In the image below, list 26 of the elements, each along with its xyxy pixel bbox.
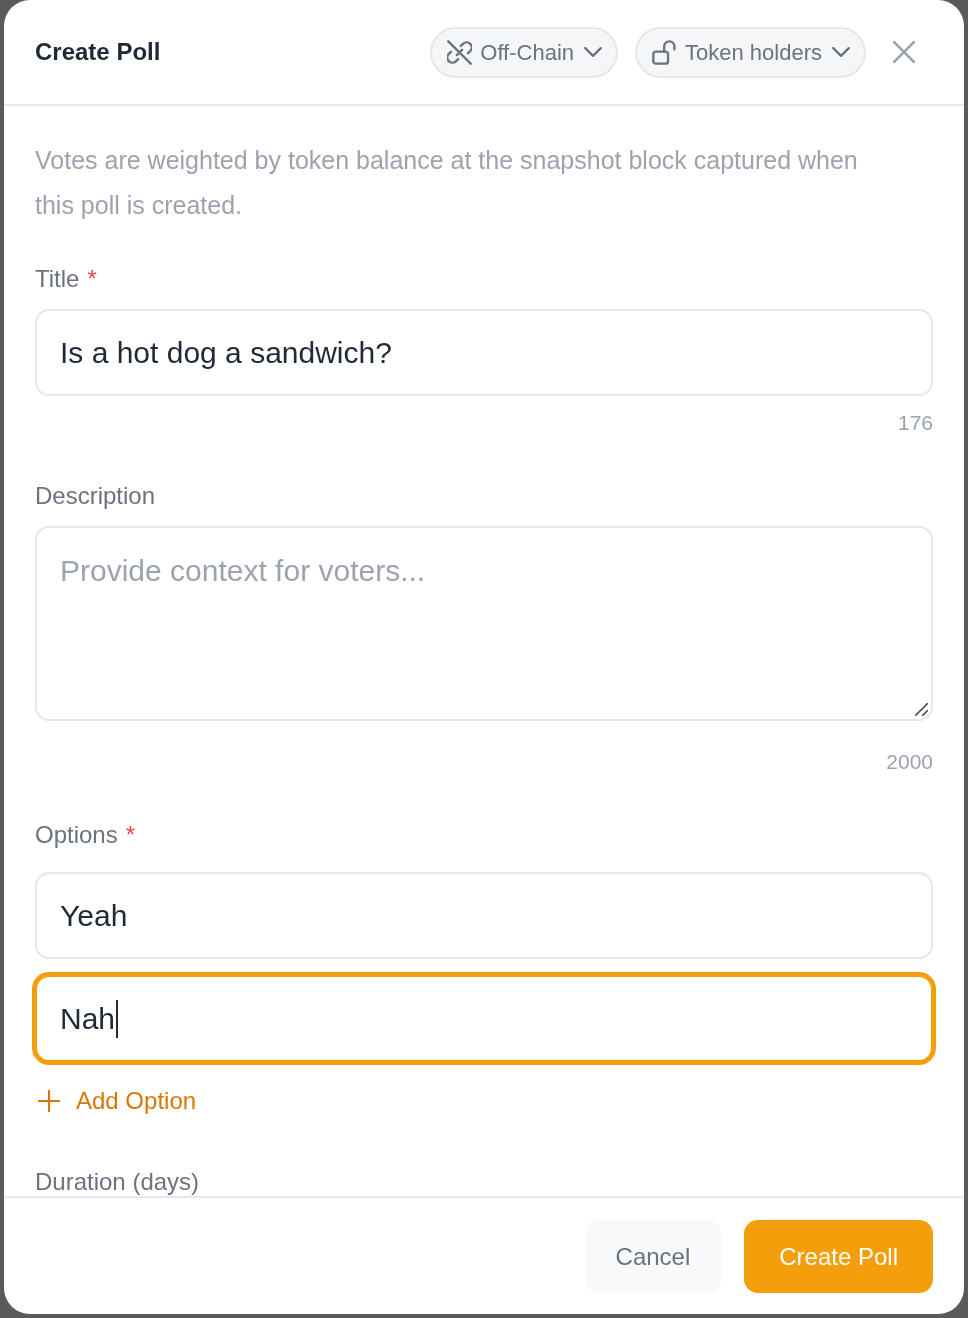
field-label: Duration (days) [35,1168,200,1196]
dialog-title: Create Poll [35,37,161,67]
required-asterisk: * [125,820,136,850]
voters-dropdown[interactable]: Token holders [635,26,866,78]
field-label: Title [35,264,80,294]
character-counter: 2000 [886,749,933,775]
unlocked-padlock-icon [652,39,677,65]
chevron-down-icon [584,47,602,57]
chevron-down-icon [832,47,850,57]
title-input[interactable]: Is a hot dog a sandwich? [35,309,933,396]
description-input[interactable]: Provide context for voters... [35,526,933,721]
field-label: Description [35,481,156,511]
add-option-button[interactable]: Add Option [38,1085,197,1117]
chain-mode-dropdown[interactable]: Off-Chain [430,26,618,78]
option-input[interactable]: Yeah [35,872,933,959]
character-counter: 176 [897,410,933,436]
option-input[interactable]: Nah [35,975,933,1062]
text-caret-icon [116,999,119,1038]
plus-icon [38,1090,60,1112]
required-asterisk: * [87,264,97,294]
close-icon [893,41,915,63]
resize-handle-icon [915,703,928,716]
broken-link-icon [447,39,473,65]
notice-text: Votes are weighted by token balance at the snapshot block captured when this poll is created. [35,145,859,221]
cancel-button[interactable]: Cancel [584,1220,722,1293]
field-label: Options [35,820,118,850]
